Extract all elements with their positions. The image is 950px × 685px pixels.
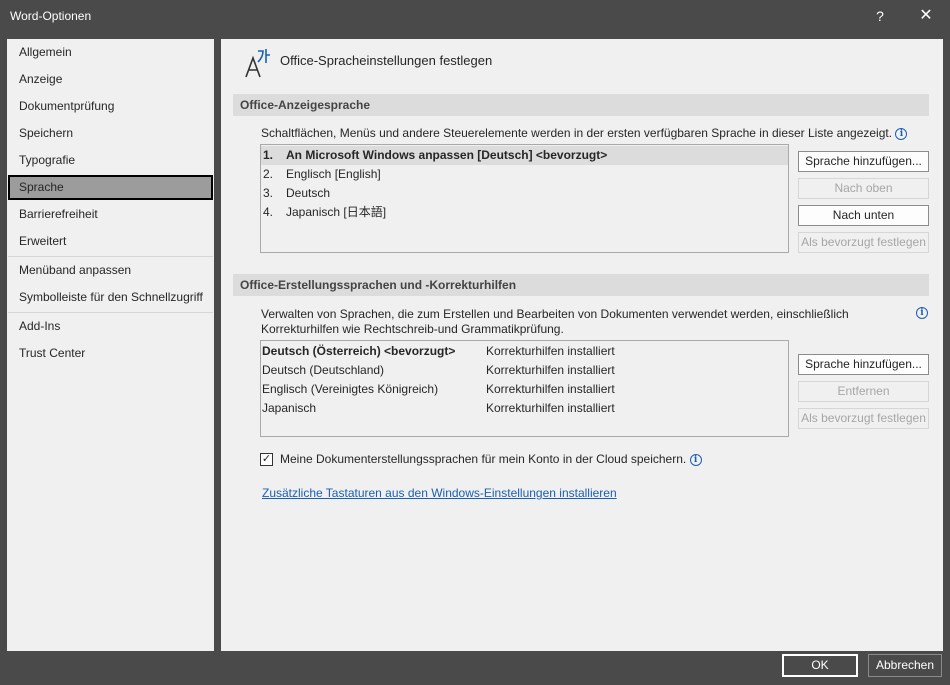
- sidebar-item-add-ins[interactable]: Add-Ins: [8, 314, 213, 339]
- info-icon[interactable]: i: [689, 454, 702, 466]
- language-name: Japanisch: [262, 401, 317, 415]
- language-status: Korrekturhilfen installiert: [486, 382, 615, 396]
- list-item-number: 4.: [263, 205, 274, 219]
- cloud-save-checkbox[interactable]: ✓: [260, 453, 273, 466]
- sidebar-item-dokumentpruefung[interactable]: Dokumentprüfung: [8, 94, 213, 119]
- language-name: Deutsch (Deutschland): [262, 363, 385, 377]
- language-status: Korrekturhilfen installiert: [486, 363, 615, 377]
- list-item-label: Japanisch [日本語]: [286, 205, 387, 219]
- main-panel: Office-Spracheinstellungen festlegen Off…: [221, 39, 943, 651]
- remove-language-button[interactable]: Entfernen: [798, 381, 929, 402]
- page-title: Office-Spracheinstellungen festlegen: [280, 53, 493, 68]
- sidebar-item-schnellzugriff[interactable]: Symbolleiste für den Schnellzugriff: [8, 285, 213, 310]
- sidebar-item-speichern[interactable]: Speichern: [8, 121, 213, 146]
- table-row[interactable]: Englisch (Vereinigtes Königreich) Korrek…: [261, 380, 788, 399]
- info-icon[interactable]: i: [895, 128, 908, 140]
- sidebar-item-sprache[interactable]: Sprache: [8, 175, 213, 200]
- authoring-description-line2: Korrekturhilfen wie Rechtschreib-und Gra…: [261, 322, 564, 336]
- sidebar-item-anzeige[interactable]: Anzeige: [8, 67, 213, 92]
- language-name: Englisch (Vereinigtes Königreich): [262, 382, 439, 396]
- add-authoring-language-button[interactable]: Sprache hinzufügen...: [798, 354, 929, 375]
- table-row[interactable]: Japanisch Korrekturhilfen installiert: [261, 399, 788, 418]
- sidebar-item-menueband-anpassen[interactable]: Menüband anpassen: [8, 258, 213, 283]
- close-button[interactable]: ✕: [904, 0, 948, 32]
- authoring-description-line1: Verwalten von Sprachen, die zum Erstelle…: [261, 307, 849, 321]
- info-icon[interactable]: i: [916, 307, 928, 319]
- set-preferred-authoring-button[interactable]: Als bevorzugt festlegen: [798, 408, 929, 429]
- list-item-number: 3.: [263, 186, 274, 200]
- list-item-label: Deutsch: [286, 186, 331, 200]
- table-row[interactable]: Deutsch (Deutschland) Korrekturhilfen in…: [261, 361, 788, 380]
- help-button[interactable]: ?: [866, 0, 894, 32]
- sidebar-item-typografie[interactable]: Typografie: [8, 148, 213, 173]
- section-header-display-language: Office-Anzeigesprache: [233, 94, 929, 116]
- install-keyboards-link[interactable]: Zusätzliche Tastaturen aus den Windows-E…: [262, 486, 617, 500]
- cloud-save-label: Meine Dokumenterstellungssprachen für me…: [280, 452, 702, 466]
- sidebar-item-erweitert[interactable]: Erweitert: [8, 229, 213, 254]
- authoring-language-list[interactable]: Deutsch (Österreich) <bevorzugt> Korrekt…: [260, 340, 789, 437]
- list-item[interactable]: 1. An Microsoft Windows anpassen [Deutsc…: [261, 146, 788, 165]
- list-item-number: 2.: [263, 167, 274, 181]
- list-item[interactable]: 4. Japanisch [日本語]: [261, 203, 788, 222]
- move-up-button[interactable]: Nach oben: [798, 178, 929, 199]
- display-description-text: Schaltflächen, Menüs und andere Steuerel…: [261, 126, 893, 140]
- sidebar-divider: [8, 256, 213, 257]
- set-preferred-display-button[interactable]: Als bevorzugt festlegen: [798, 232, 929, 253]
- cancel-button[interactable]: Abbrechen: [868, 654, 942, 677]
- list-item-number: 1.: [263, 148, 274, 162]
- title-bar: Word-Optionen ? ✕: [0, 0, 950, 32]
- language-status: Korrekturhilfen installiert: [486, 344, 615, 358]
- list-item-label: An Microsoft Windows anpassen [Deutsch] …: [286, 148, 608, 162]
- sidebar-item-allgemein[interactable]: Allgemein: [8, 40, 213, 65]
- sidebar-divider: [8, 312, 213, 313]
- list-item[interactable]: 3. Deutsch: [261, 184, 788, 203]
- move-down-button[interactable]: Nach unten: [798, 205, 929, 226]
- language-status: Korrekturhilfen installiert: [486, 401, 615, 415]
- ok-button[interactable]: OK: [782, 654, 858, 677]
- window-title: Word-Optionen: [10, 9, 92, 23]
- table-row[interactable]: Deutsch (Österreich) <bevorzugt> Korrekt…: [261, 342, 788, 361]
- section-header-authoring-languages: Office-Erstellungssprachen und -Korrektu…: [233, 274, 929, 296]
- display-language-list[interactable]: 1. An Microsoft Windows anpassen [Deutsc…: [260, 144, 789, 253]
- authoring-description: Verwalten von Sprachen, die zum Erstelle…: [261, 307, 849, 337]
- cloud-save-label-text: Meine Dokumenterstellungssprachen für me…: [280, 452, 687, 466]
- add-display-language-button[interactable]: Sprache hinzufügen...: [798, 151, 929, 172]
- language-name: Deutsch (Österreich) <bevorzugt>: [262, 344, 456, 358]
- language-icon: [245, 49, 270, 78]
- list-item[interactable]: 2. Englisch [English]: [261, 165, 788, 184]
- sidebar-item-barrierefreiheit[interactable]: Barrierefreiheit: [8, 202, 213, 227]
- display-language-description: Schaltflächen, Menüs und andere Steuerel…: [261, 126, 908, 141]
- sidebar-item-trust-center[interactable]: Trust Center: [8, 341, 213, 366]
- sidebar: Allgemein Anzeige Dokumentprüfung Speich…: [7, 39, 214, 651]
- list-item-label: Englisch [English]: [286, 167, 381, 181]
